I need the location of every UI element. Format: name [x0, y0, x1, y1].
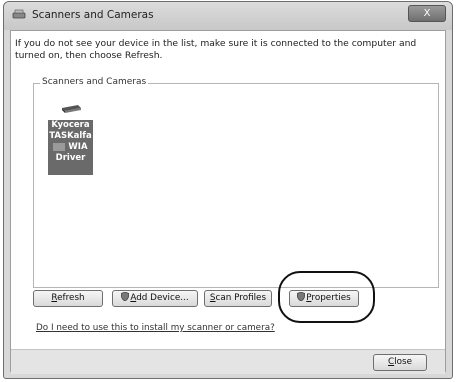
instructions-text: If you do not see your device in the lis…: [15, 38, 417, 61]
shield-icon: [121, 292, 130, 301]
close-icon: X: [423, 8, 431, 19]
title-bar[interactable]: Scanners and Cameras X: [4, 2, 452, 30]
close-label: lose: [394, 357, 412, 367]
refresh-button[interactable]: Refresh: [33, 290, 103, 307]
device-list-group: Scanners and Cameras Kyocera TASKalfa WI…: [33, 77, 439, 288]
scanners-and-cameras-window: Scanners and Cameras X If you do not see…: [3, 1, 453, 379]
device-item-kyocera[interactable]: Kyocera TASKalfa WIA Driver: [48, 120, 93, 175]
device-list-label: Scanners and Cameras: [40, 77, 149, 87]
device-name-line3: WIA: [68, 142, 88, 152]
device-name-gap: [53, 142, 66, 151]
add-device-label: dd Device...: [136, 293, 189, 303]
device-name-line2: TASKalfa: [49, 131, 92, 141]
scanner-icon[interactable]: [60, 104, 82, 114]
device-name-line4: Driver: [55, 153, 86, 163]
device-name-line1: Kyocera: [51, 120, 90, 130]
scan-profiles-label: can Profiles: [215, 293, 267, 303]
dialog-footer: Close: [11, 349, 445, 374]
add-device-button[interactable]: Add Device...: [112, 290, 198, 307]
dialog-client-area: If you do not see your device in the lis…: [10, 30, 446, 374]
window-title: Scanners and Cameras: [32, 9, 154, 21]
close-window-button[interactable]: X: [408, 5, 446, 22]
close-button[interactable]: Close: [373, 354, 427, 371]
scan-profiles-button[interactable]: Scan Profiles: [204, 290, 272, 307]
help-link[interactable]: Do I need to use this to install my scan…: [36, 323, 275, 333]
scanner-camera-icon: [12, 9, 26, 19]
refresh-label: efresh: [57, 293, 85, 303]
properties-highlight-circle: [278, 271, 375, 323]
